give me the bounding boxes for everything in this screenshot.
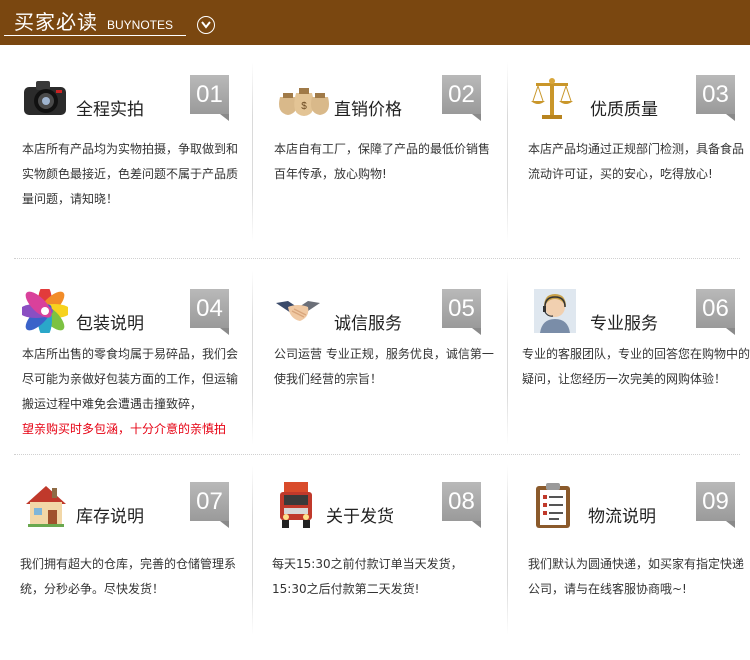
feature-card: 包装说明 04 本店所出售的零食均属于易碎品，我们会尽可能为亲做好包装方面的工作…: [14, 285, 244, 467]
column-divider: [252, 270, 253, 445]
card-number-badge: 07: [190, 482, 229, 528]
camera-icon: [22, 75, 70, 123]
card-warning-text: 望亲购买时多包涵，十分介意的亲慎拍: [22, 422, 227, 436]
header-underline: [4, 35, 186, 36]
column-divider: [252, 62, 253, 242]
card-description: 本店自有工厂，保障了产品的最低价销售百年传承，放心购物!: [274, 142, 491, 181]
feature-card: 关于发货 08 每天15:30之前付款订单当天发货，15:30之后付款第二天发货…: [266, 480, 496, 660]
feature-card: 物流说明 09 我们默认为圆通快递，如买家有指定快递公司，请与在线客服协商哦~!: [520, 480, 750, 660]
handshake-icon: [274, 289, 322, 337]
card-description: 我们默认为圆通快递，如买家有指定快递公司，请与在线客服协商哦~!: [528, 557, 745, 596]
column-divider: [507, 270, 508, 445]
card-description: 我们拥有超大的仓库，完善的仓储管理系统，分秒必争。尽快发货！: [20, 557, 237, 596]
money-bags-icon: $: [274, 75, 330, 123]
truck-icon: [276, 482, 316, 530]
customer-service-icon: [534, 289, 576, 337]
house-icon: [22, 482, 70, 530]
header-bar: 买家必读 BUYNOTES: [0, 0, 750, 45]
card-title: 专业服务: [590, 314, 658, 334]
chevron-down-icon[interactable]: [197, 16, 215, 34]
clipboard-icon: [534, 482, 572, 530]
row-divider: [14, 258, 740, 259]
card-number-badge: 09: [696, 482, 735, 528]
card-number-badge: 03: [696, 75, 735, 121]
card-title: 库存说明: [76, 507, 144, 527]
card-description: 本店所出售的零食均属于易碎品，我们会尽可能为亲做好包装方面的工作，但运输搬运过程…: [22, 342, 244, 442]
column-divider: [507, 62, 508, 242]
card-title: 优质质量: [590, 100, 658, 120]
card-title: 关于发货: [326, 507, 394, 527]
card-description: 本店产品均通过正规部门检测，具备食品流动许可证，买的安心，吃得放心!: [528, 142, 745, 181]
header-subtitle: BUYNOTES: [107, 18, 174, 32]
card-description: 专业的客服团队，专业的回答您在购物中的疑问，让您经历一次完美的网购体验！: [522, 347, 750, 386]
feature-card: 全程实拍 01 本店所有产品均为实物拍摄，争取做到和实物颜色最接近，色差问题不属…: [14, 73, 244, 253]
card-title: 物流说明: [588, 507, 656, 527]
header-title: 买家必读: [14, 10, 98, 34]
card-number-badge: 04: [190, 289, 229, 335]
card-number-badge: 01: [190, 75, 229, 121]
card-description: 每天15:30之前付款订单当天发货，15:30之后付款第二天发货!: [272, 557, 463, 596]
card-description: 本店所有产品均为实物拍摄，争取做到和实物颜色最接近，色差问题不属于产品质量问题，…: [22, 142, 239, 206]
feature-card: 优质质量 03 本店产品均通过正规部门检测，具备食品流动许可证，买的安心，吃得放…: [520, 73, 750, 253]
column-divider: [252, 465, 253, 635]
feature-card: $ 直销价格 02 本店自有工厂，保障了产品的最低价销售百年传承，放心购物!: [266, 73, 496, 253]
card-number-badge: 05: [442, 289, 481, 335]
color-wheel-icon: [19, 285, 71, 337]
feature-card: 库存说明 07 我们拥有超大的仓库，完善的仓储管理系统，分秒必争。尽快发货！: [14, 480, 244, 660]
column-divider: [507, 465, 508, 635]
card-title: 包装说明: [76, 314, 144, 334]
card-title: 诚信服务: [334, 314, 402, 334]
card-title: 直销价格: [334, 100, 402, 120]
card-title: 全程实拍: [76, 100, 144, 120]
card-number-badge: 08: [442, 482, 481, 528]
scales-icon: [528, 75, 576, 123]
feature-card: 专业服务 06 专业的客服团队，专业的回答您在购物中的疑问，让您经历一次完美的网…: [520, 287, 750, 467]
card-number-badge: 06: [696, 289, 735, 335]
svg-text:$: $: [301, 101, 307, 112]
card-number-badge: 02: [442, 75, 481, 121]
card-description: 公司运营 专业正规，服务优良，诚信第一使我们经营的宗旨！: [274, 347, 494, 386]
feature-card: 诚信服务 05 公司运营 专业正规，服务优良，诚信第一使我们经营的宗旨！: [266, 287, 496, 467]
card-description-text: 本店所出售的零食均属于易碎品，我们会尽可能为亲做好包装方面的工作，但运输搬运过程…: [22, 347, 239, 411]
